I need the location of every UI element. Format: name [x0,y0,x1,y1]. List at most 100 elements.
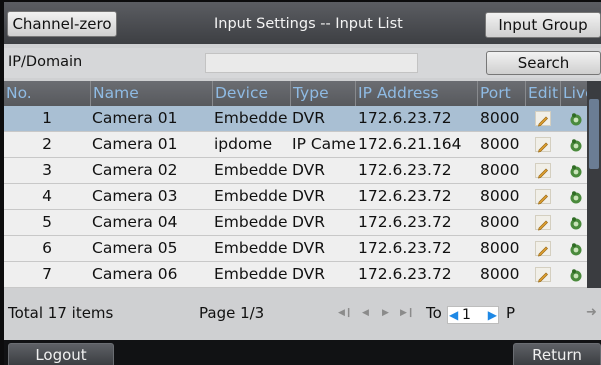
last-page-icon[interactable]: ▶❙ [400,308,414,318]
cell-type: DVR [292,265,326,283]
cell-name: Camera 01 [92,135,178,153]
table-row[interactable]: 4 Camera 03 Embedde DVR 172.6.23.72 8000 [4,184,587,210]
column-header-port[interactable]: Port [477,81,525,106]
cell-name: Camera 04 [92,213,178,231]
cell-ip: 172.6.23.72 [358,239,452,257]
live-view-icon[interactable] [569,267,583,282]
live-view-icon[interactable] [569,137,583,152]
cell-port: 8000 [480,265,520,283]
prev-page-icon[interactable]: ◀ [362,308,369,318]
cell-ip: 172.6.23.72 [358,161,452,179]
table-row[interactable]: 1 Camera 01 Embedde DVR 172.6.23.72 8000 [4,106,587,132]
cell-port: 8000 [480,187,520,205]
table-row[interactable]: 6 Camera 05 Embedde DVR 172.6.23.72 8000 [4,236,587,262]
cell-device: Embedde [214,109,288,127]
pagination-bar: Total 17 items Page 1/3 ◀❙ ◀ ▶ ▶❙ To ◀ 1… [4,291,601,337]
edit-icon[interactable] [535,241,551,257]
cell-port: 8000 [480,109,520,127]
live-view-icon[interactable] [569,111,583,126]
edit-icon[interactable] [535,111,551,127]
edit-icon[interactable] [535,267,551,283]
cell-port: 8000 [480,161,520,179]
input-settings-panel: Channel-zero Input Settings -- Input Lis… [4,2,601,365]
cell-ip: 172.6.23.72 [358,109,452,127]
page-suffix-label: P [506,304,516,322]
cell-type: DVR [292,161,326,179]
cell-device: Embedde [214,265,288,283]
cell-name: Camera 06 [92,265,178,283]
cell-device: Embedde [214,239,288,257]
cell-name: Camera 05 [92,239,178,257]
next-page-icon[interactable]: ▶ [382,308,389,318]
input-list-table: 1 Camera 01 Embedde DVR 172.6.23.72 8000 2 Came… [4,106,587,288]
cell-port: 8000 [480,213,520,231]
cell-type: DVR [292,187,326,205]
input-group-button[interactable]: Input Group [485,12,601,38]
cell-ip: 172.6.23.72 [358,265,452,283]
cell-port: 8000 [480,135,520,153]
cell-no: 3 [42,161,52,179]
cell-no: 6 [42,239,52,257]
live-view-icon[interactable] [569,163,583,178]
first-page-icon[interactable]: ◀❙ [338,308,352,318]
table-row[interactable]: 7 Camera 06 Embedde DVR 172.6.23.72 8000 [4,262,587,288]
edit-icon[interactable] [535,215,551,231]
cell-no: 5 [42,213,52,231]
edit-icon[interactable] [535,189,551,205]
cell-port: 8000 [480,239,520,257]
column-header-type[interactable]: Type [290,81,355,106]
live-view-icon[interactable] [569,215,583,230]
cell-device: Embedde [214,213,288,231]
goto-label: To [426,304,442,322]
cell-no: 1 [42,109,52,127]
title-bar: Channel-zero Input Settings -- Input Lis… [4,2,601,44]
page-decrement-icon[interactable]: ◀ [449,307,458,323]
table-header: No. Name Device Type IP Address Port Edi… [4,81,587,106]
scrollbar-thumb[interactable] [589,99,599,169]
ip-domain-input[interactable] [205,53,418,73]
cell-device: Embedde [214,161,288,179]
table-scrollbar[interactable] [587,81,601,288]
edit-icon[interactable] [535,137,551,153]
cell-ip: 172.6.23.72 [358,213,452,231]
goto-page-input[interactable]: ◀ 1 ▶ [447,306,499,324]
cell-ip: 172.6.23.72 [358,187,452,205]
total-items-label: Total 17 items [8,304,114,322]
bottom-bar: Logout Return [4,340,601,365]
column-header-ip-address[interactable]: IP Address [355,81,477,106]
cell-type: DVR [292,239,326,257]
cell-no: 7 [42,265,52,283]
channel-zero-button[interactable]: Channel-zero [7,11,117,37]
cell-type: IP Came [292,135,355,153]
column-header-live[interactable]: Live [560,81,587,106]
search-button[interactable]: Search [486,51,601,75]
cell-device: Embedde [214,187,288,205]
logout-button[interactable]: Logout [8,343,114,365]
column-header-device[interactable]: Device [212,81,290,106]
cell-type: DVR [292,213,326,231]
edit-icon[interactable] [535,163,551,179]
table-row[interactable]: 2 Camera 01 ipdome IP Came 172.6.21.164 8000 [4,132,587,158]
cell-name: Camera 01 [92,109,178,127]
cell-ip: 172.6.21.164 [358,135,462,153]
page-increment-icon[interactable]: ▶ [488,307,497,323]
filter-row: IP/Domain Search [4,48,601,78]
ip-domain-label: IP/Domain [8,54,83,70]
column-header-edit[interactable]: Edit [525,81,560,106]
table-row[interactable]: 3 Camera 02 Embedde DVR 172.6.23.72 8000 [4,158,587,184]
live-view-icon[interactable] [569,189,583,204]
page-indicator: Page 1/3 [199,304,265,322]
live-view-icon[interactable] [569,241,583,256]
cell-no: 2 [42,135,52,153]
page-title: Input Settings -- Input List [214,16,403,32]
cell-device: ipdome [214,135,273,153]
go-arrow-icon[interactable]: ➜ [586,305,597,320]
column-header-no[interactable]: No. [4,81,90,106]
table-row[interactable]: 5 Camera 04 Embedde DVR 172.6.23.72 8000 [4,210,587,236]
column-header-name[interactable]: Name [90,81,212,106]
return-button[interactable]: Return [513,343,601,365]
cell-name: Camera 03 [92,187,178,205]
cell-type: DVR [292,109,326,127]
cell-no: 4 [42,187,52,205]
goto-page-value: 1 [462,307,471,323]
